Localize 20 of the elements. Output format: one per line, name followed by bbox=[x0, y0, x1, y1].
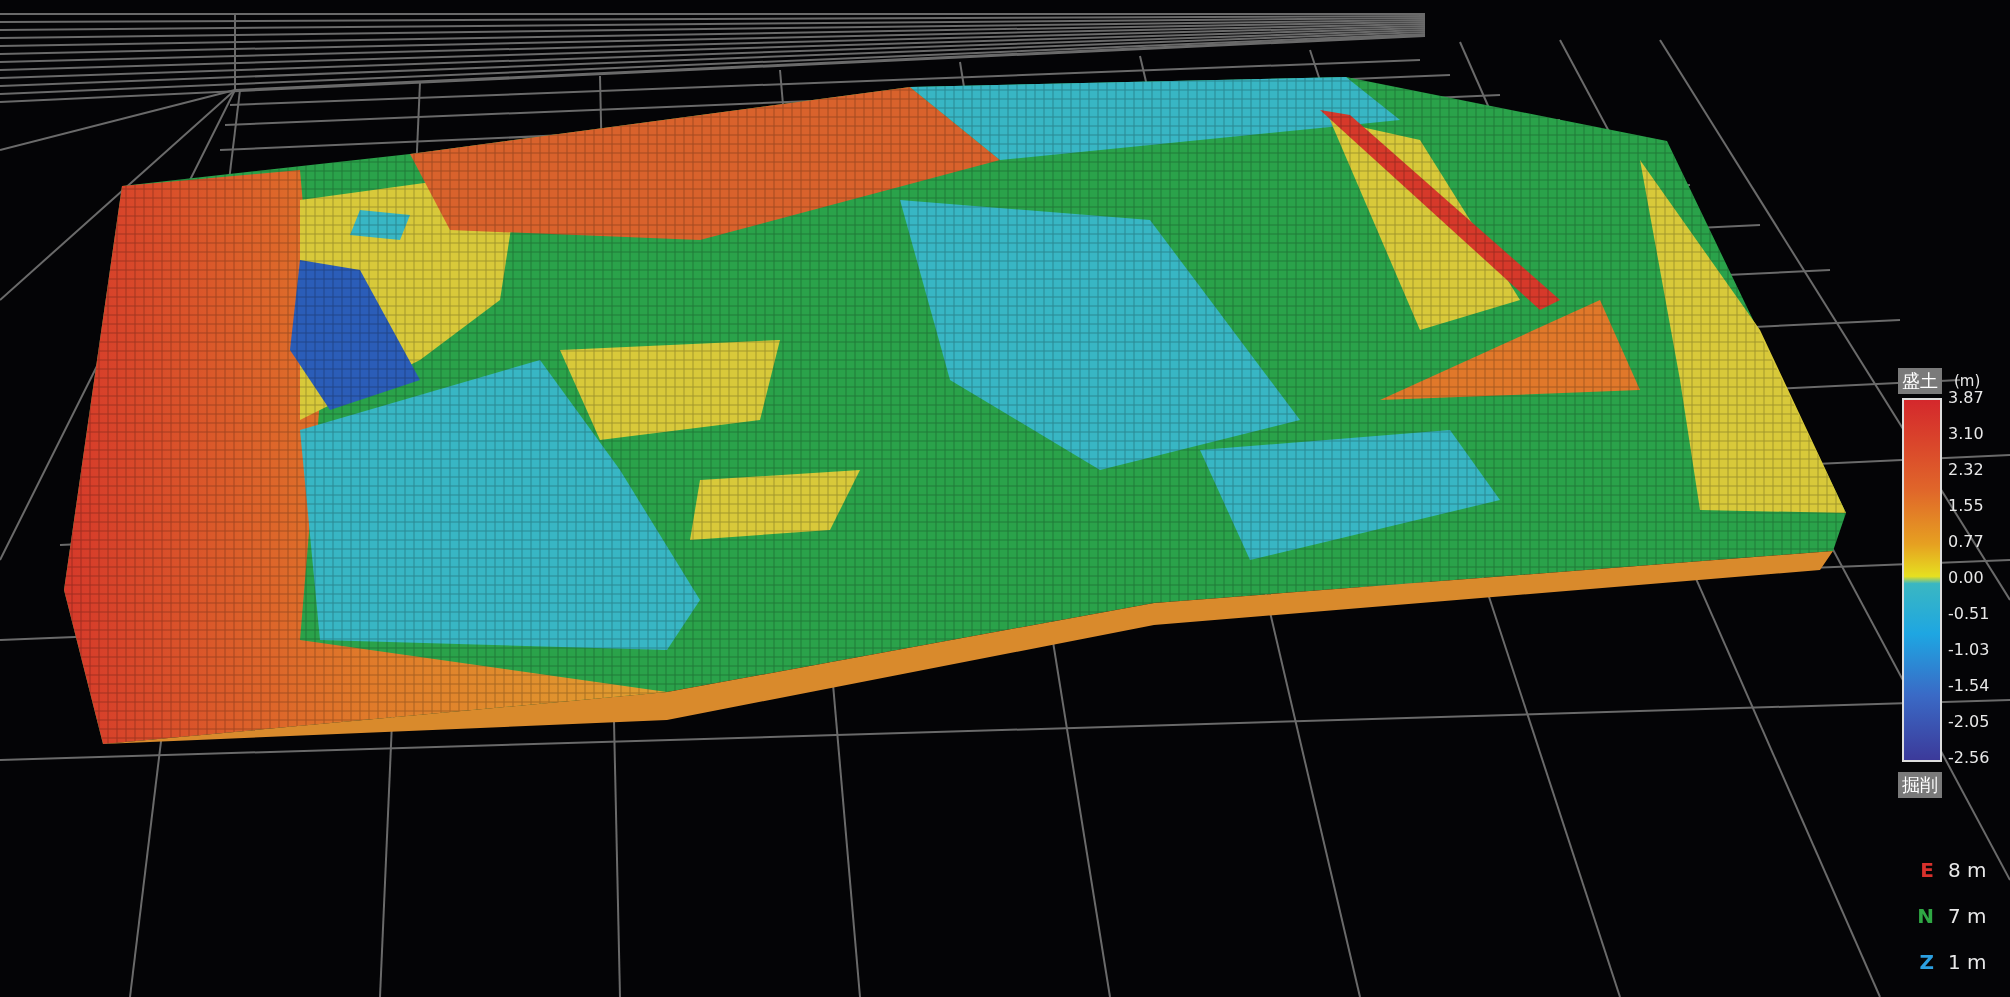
scale-value: -2.56 bbox=[1948, 747, 1990, 769]
scale-value: -1.54 bbox=[1948, 675, 1990, 697]
cut-label: 掘削 bbox=[1898, 772, 1942, 798]
scale-value: -2.05 bbox=[1948, 711, 1990, 733]
scale-value: -1.03 bbox=[1948, 639, 1990, 661]
axis-scale-value: 1 m bbox=[1948, 950, 1988, 974]
axis-letter: Z bbox=[1919, 950, 1934, 974]
axis-letter: E bbox=[1920, 858, 1934, 882]
scale-value: 0.77 bbox=[1948, 531, 1985, 553]
unit-label: (m) bbox=[1954, 372, 1981, 390]
axis-scale-value: 7 m bbox=[1948, 904, 1988, 928]
axis-scale-value: 8 m bbox=[1948, 858, 1988, 882]
scale-value: 2.32 bbox=[1948, 459, 1985, 481]
scale-value: 0.00 bbox=[1948, 567, 1985, 589]
axis-letter: N bbox=[1917, 904, 1934, 928]
scale-value: 3.10 bbox=[1948, 423, 1985, 445]
scale-value: 1.55 bbox=[1948, 495, 1985, 517]
fill-label: 盛土 bbox=[1898, 368, 1942, 394]
scale-value: 3.87 bbox=[1948, 388, 1985, 409]
scale-value: -0.51 bbox=[1948, 603, 1990, 625]
